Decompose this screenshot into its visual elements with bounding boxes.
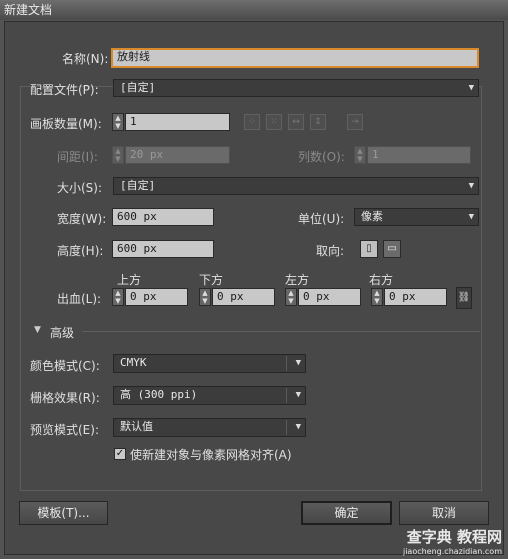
arrange-by-column-icon[interactable]: ↕: [310, 114, 326, 130]
preview-mode-label: 预览模式(E):: [30, 423, 99, 437]
columns-input[interactable]: 1: [367, 146, 471, 164]
preview-mode-select[interactable]: 默认值 ▼: [113, 418, 306, 437]
height-input[interactable]: 600 px: [112, 240, 214, 258]
bleed-right-stepper[interactable]: ▲ ▼: [371, 288, 383, 306]
artboards-label: 画板数量(M):: [30, 117, 102, 131]
dialog-title: 新建文档: [0, 0, 508, 20]
height-label: 高度(H):: [57, 244, 104, 258]
color-mode-value: CMYK: [120, 356, 147, 369]
bleed-bottom-input[interactable]: 0 px: [212, 288, 275, 306]
select-divider: [286, 420, 287, 435]
artboards-input[interactable]: 1: [125, 113, 230, 131]
profile-select[interactable]: [自定] ▼: [113, 79, 479, 97]
watermark: 查字典 教程网 jiaocheng.chazidian.com: [403, 526, 502, 556]
orientation-label: 取向:: [316, 244, 345, 258]
bleed-left-input[interactable]: 0 px: [298, 288, 361, 306]
color-mode-select[interactable]: CMYK ▼: [113, 354, 306, 373]
bleed-left-label: 左方: [285, 273, 310, 287]
raster-effects-value: 高 (300 ppi): [120, 388, 198, 401]
bleed-right-label: 右方: [369, 273, 394, 287]
bleed-top-input[interactable]: 0 px: [125, 288, 188, 306]
templates-button[interactable]: 模板(T)...: [19, 501, 108, 525]
units-value: 像素: [361, 210, 383, 223]
advanced-divider: [82, 331, 480, 332]
size-label: 大小(S):: [57, 181, 103, 195]
chevron-down-icon: ▼: [468, 83, 474, 93]
bleed-bottom-label: 下方: [199, 273, 224, 287]
name-input[interactable]: 放射线: [111, 48, 479, 68]
raster-effects-select[interactable]: 高 (300 ppi) ▼: [113, 386, 306, 405]
triangle-down-icon[interactable]: ▼: [34, 325, 41, 335]
link-icon[interactable]: ⛓: [456, 287, 472, 309]
units-label: 单位(U):: [298, 212, 345, 226]
watermark-text: 查字典 教程网: [406, 528, 502, 546]
name-label: 名称(N):: [62, 52, 109, 66]
bleed-top-label: 上方: [117, 273, 142, 287]
new-document-dialog: 新建文档 名称(N): 放射线 配置文件(P): [自定] ▼ 画板数量(M):…: [0, 0, 508, 559]
landscape-icon[interactable]: ▭: [383, 240, 401, 258]
bleed-label: 出血(L):: [57, 292, 102, 306]
pixel-grid-label[interactable]: 使新建对象与像素网格对齐(A): [130, 446, 292, 463]
columns-label: 列数(O):: [298, 150, 345, 164]
spacing-stepper[interactable]: ▲ ▼: [112, 146, 124, 164]
right-to-left-icon[interactable]: →: [347, 114, 363, 130]
grid-by-column-icon[interactable]: ⁙: [266, 114, 282, 130]
bleed-left-stepper[interactable]: ▲ ▼: [285, 288, 297, 306]
chevron-down-icon: ▼: [295, 358, 301, 368]
arrange-by-row-icon[interactable]: ↔: [288, 114, 304, 130]
select-divider: [286, 388, 287, 403]
watermark-url: jiaocheng.chazidian.com: [402, 547, 502, 556]
chevron-down-icon: ▼: [468, 212, 474, 222]
portrait-icon[interactable]: ▯: [360, 240, 378, 258]
size-value: [自定]: [120, 179, 156, 192]
raster-effects-label: 栅格效果(R):: [30, 391, 100, 405]
bleed-right-input[interactable]: 0 px: [384, 288, 447, 306]
size-select[interactable]: [自定] ▼: [113, 177, 479, 195]
preview-mode-value: 默认值: [120, 420, 153, 433]
spacing-input[interactable]: 20 px: [125, 146, 230, 164]
advanced-label[interactable]: 高级: [50, 324, 74, 341]
chevron-down-icon: ▼: [295, 422, 301, 432]
bleed-bottom-stepper[interactable]: ▲ ▼: [199, 288, 211, 306]
units-select[interactable]: 像素 ▼: [354, 208, 479, 226]
bleed-top-stepper[interactable]: ▲ ▼: [112, 288, 124, 306]
width-input[interactable]: 600 px: [112, 208, 214, 226]
color-mode-label: 颜色模式(C):: [30, 359, 100, 373]
chevron-down-icon: ▼: [468, 181, 474, 191]
pixel-grid-checkbox[interactable]: ✓: [114, 448, 126, 460]
chevron-down-icon: ▼: [295, 390, 301, 400]
artboards-stepper[interactable]: ▲ ▼: [112, 113, 124, 131]
grid-by-row-icon[interactable]: ⁘: [244, 114, 260, 130]
width-label: 宽度(W):: [57, 212, 107, 226]
cancel-button[interactable]: 取消: [399, 501, 489, 525]
select-divider: [286, 356, 287, 371]
profile-value: [自定]: [120, 81, 156, 94]
ok-button[interactable]: 确定: [301, 501, 392, 525]
profile-label: 配置文件(P):: [30, 83, 99, 97]
spacing-label: 间距(I):: [57, 150, 98, 164]
columns-stepper[interactable]: ▲ ▼: [354, 146, 366, 164]
